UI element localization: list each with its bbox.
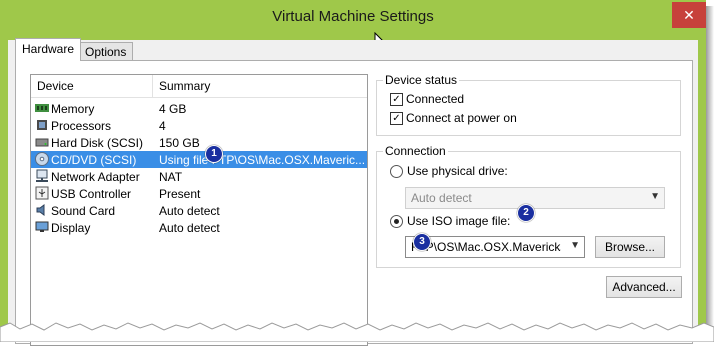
chevron-down-icon: ▼ — [650, 191, 660, 202]
window-shadow — [706, 6, 714, 342]
device-name: Memory — [51, 102, 95, 116]
connect-at-power-on-checkbox[interactable]: ✓ — [390, 112, 403, 125]
use-iso-image-label: Use ISO image file: — [407, 214, 511, 228]
processor-icon — [37, 120, 47, 130]
device-summary: 150 GB — [159, 136, 200, 150]
hardware-panel: Device Summary Memory 4 GB Processors 4 … — [15, 60, 693, 346]
device-summary: NAT — [159, 170, 183, 184]
device-summary: Using file FTP\OS\Mac.OSX.Maveric... — [159, 153, 365, 167]
close-button[interactable]: ✕ — [672, 2, 706, 28]
device-row-hard-disk[interactable]: Hard Disk (SCSI) 150 GB — [31, 134, 367, 151]
device-name: USB Controller — [51, 187, 132, 201]
use-physical-drive-label: Use physical drive: — [407, 164, 508, 178]
callout-badge-3: 3 — [413, 233, 431, 251]
memory-icon — [35, 104, 49, 112]
callout-badge-2: 2 — [517, 204, 535, 222]
iso-image-path-value: FTP\OS\Mac.OSX.Mavericks.1 — [411, 240, 561, 254]
device-row-sound-card[interactable]: Sound Card Auto detect — [31, 202, 367, 219]
device-row-processors[interactable]: Processors 4 — [31, 117, 367, 134]
close-icon: ✕ — [683, 7, 695, 23]
device-name: CD/DVD (SCSI) — [51, 153, 137, 167]
connection-label: Connection — [383, 144, 448, 158]
device-name: Processors — [51, 119, 112, 133]
tab-options[interactable]: Options — [78, 42, 134, 61]
sound-card-icon — [36, 204, 45, 216]
connect-at-power-on-label: Connect at power on — [406, 111, 517, 125]
tab-hardware[interactable]: Hardware — [15, 38, 82, 61]
usb-controller-icon — [35, 186, 49, 200]
torn-edge — [0, 322, 714, 342]
hard-disk-icon — [35, 138, 49, 147]
iso-image-path-select[interactable]: FTP\OS\Mac.OSX.Mavericks.1 ▼ — [405, 236, 585, 258]
device-status-label: Device status — [383, 73, 460, 87]
device-list-header: Device Summary — [31, 75, 367, 98]
cd-dvd-icon — [35, 152, 49, 166]
connected-label: Connected — [406, 92, 465, 106]
device-row-usb-controller[interactable]: USB Controller Present — [31, 185, 367, 202]
device-row-memory[interactable]: Memory 4 GB — [31, 100, 367, 117]
connected-checkbox[interactable]: ✓ — [390, 93, 403, 106]
physical-drive-value: Auto detect — [411, 191, 472, 205]
device-summary: Auto detect — [159, 204, 220, 218]
device-summary: Present — [159, 187, 201, 201]
use-iso-image-radio[interactable] — [390, 215, 403, 228]
chevron-down-icon: ▼ — [570, 240, 580, 251]
device-summary: Auto detect — [159, 221, 220, 235]
network-adapter-icon — [36, 169, 48, 182]
physical-drive-select[interactable]: Auto detect ▼ — [405, 187, 665, 209]
display-icon — [35, 221, 49, 232]
callout-badge-1: 1 — [205, 145, 223, 163]
device-summary: 4 GB — [159, 102, 187, 116]
advanced-button[interactable]: Advanced... — [606, 276, 682, 298]
window-title: Virtual Machine Settings — [272, 8, 434, 25]
device-name: Network Adapter — [51, 170, 140, 184]
device-status-group: Device status ✓ Connected ✓ Connect at p… — [376, 73, 681, 136]
browse-button[interactable]: Browse... — [595, 236, 665, 258]
device-name: Sound Card — [51, 204, 116, 218]
column-header-device[interactable]: Device — [37, 79, 74, 93]
dialog-client-area: Hardware Options Device Summary Memory 4… — [8, 38, 698, 346]
device-list[interactable]: Device Summary Memory 4 GB Processors 4 … — [30, 74, 368, 346]
device-name: Display — [51, 221, 91, 235]
device-row-cd-dvd[interactable]: CD/DVD (SCSI) Using file FTP\OS\Mac.OSX.… — [31, 151, 367, 168]
device-row-display[interactable]: Display Auto detect — [31, 219, 367, 236]
device-row-network-adapter[interactable]: Network Adapter NAT — [31, 168, 367, 185]
device-summary: 4 — [159, 119, 166, 133]
device-name: Hard Disk (SCSI) — [51, 136, 144, 150]
use-physical-drive-radio[interactable] — [390, 165, 403, 178]
column-header-summary[interactable]: Summary — [159, 79, 210, 93]
